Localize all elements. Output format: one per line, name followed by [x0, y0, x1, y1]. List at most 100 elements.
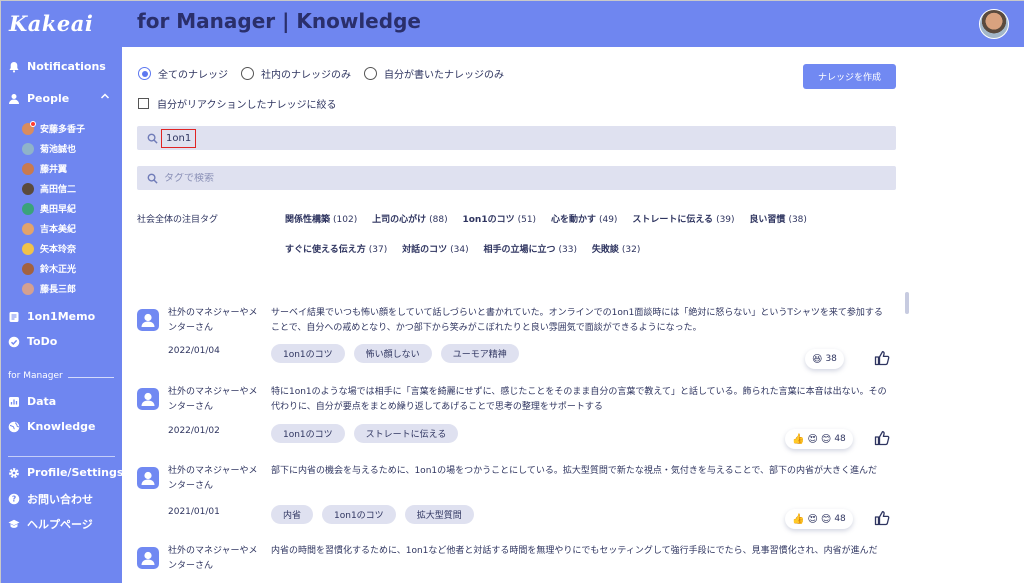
tag-chip[interactable]: 怖い顔しない: [353, 344, 432, 363]
tag-search[interactable]: [137, 166, 896, 190]
card-date: 2022/01/02: [168, 426, 220, 436]
tag-link[interactable]: すぐに使える伝え方: [285, 245, 366, 255]
people-list-item[interactable]: 菊池誠也: [22, 142, 76, 155]
chart-icon: [8, 396, 20, 408]
people-list-item[interactable]: 吉本美紀: [22, 222, 76, 235]
card-body: サーベイ結果でいつも怖い顔をしていて話しづらいと書かれていた。オンラインでの1o…: [271, 308, 883, 333]
reaction-summary[interactable]: 😆 38: [805, 349, 844, 369]
avatar: [137, 388, 159, 410]
card-body: 部下に内省の機会を与えるために、1on1の場をつかうことにしている。拡大型質問で…: [271, 466, 877, 476]
tag-chip[interactable]: ストレートに伝える: [353, 424, 459, 443]
card-tags: 1on1のコツ ストレートに伝える: [271, 424, 467, 443]
avatar: [22, 162, 34, 175]
sidebar-item-help[interactable]: ヘルプページ: [8, 516, 93, 532]
tag-count: (102): [333, 215, 358, 225]
people-list-item[interactable]: 鈴木正光: [22, 262, 76, 275]
sidebar-item-label: People: [27, 92, 70, 105]
card-body: 特に1on1のような場では相手に「言葉を綺麗にせずに、感じたことをそのまま自分の…: [271, 387, 887, 412]
reaction-emoji: 😍: [807, 433, 818, 445]
tag-chip[interactable]: ユーモア精神: [440, 344, 519, 363]
thumbs-up-icon[interactable]: [874, 510, 890, 526]
tag-link[interactable]: 関係性構築: [285, 215, 330, 225]
person-name: 矢本玲奈: [40, 245, 77, 255]
avatar: [137, 309, 159, 331]
radio-label: 社内のナレッジのみ: [261, 70, 351, 81]
sidebar-item-todo[interactable]: ToDo: [8, 335, 57, 348]
search-query-highlight[interactable]: 1on1: [161, 128, 197, 148]
card-author: 社外のマネジャーやメンターさん: [168, 546, 258, 571]
sidebar-item-profile[interactable]: Profile/Settings: [8, 466, 123, 479]
card-date: 2021/01/01: [168, 507, 220, 517]
person-name: 藤長三郎: [40, 285, 77, 295]
thumbs-up-icon[interactable]: [874, 350, 890, 366]
tag-link[interactable]: 1on1のコツ: [462, 215, 514, 225]
scrollbar-thumb[interactable]: [905, 292, 909, 314]
sidebar-item-people[interactable]: People: [8, 92, 69, 105]
tag-count: (34): [450, 245, 469, 255]
chevron-up-icon[interactable]: [100, 91, 110, 101]
radio-all[interactable]: [138, 67, 151, 80]
tag-link[interactable]: 上司の心がけ: [372, 215, 426, 225]
people-list-item[interactable]: 安藤多香子: [22, 120, 85, 135]
gear-icon: [8, 467, 20, 479]
user-avatar[interactable]: [979, 9, 1009, 39]
radio-label: 自分が書いたナレッジのみ: [384, 70, 504, 81]
tag-chip[interactable]: 内省: [271, 505, 314, 524]
people-list-item[interactable]: 奥田早紀: [22, 202, 76, 215]
reaction-summary[interactable]: 👍 😍 😊 48: [785, 429, 853, 449]
avatar: [22, 262, 34, 275]
page-title: for Manager | Knowledge: [137, 9, 421, 33]
people-list-item[interactable]: 藤長三郎: [22, 282, 76, 295]
search-icon: [147, 173, 158, 184]
card-tags: 1on1のコツ 怖い顔しない ユーモア精神: [271, 344, 528, 363]
avatar: [22, 282, 34, 295]
search-icon: [147, 133, 158, 144]
sidebar-item-label: お問い合わせ: [27, 493, 93, 506]
sidebar-item-notifications[interactable]: Notifications: [8, 60, 106, 73]
tag-link[interactable]: 失敗談: [592, 245, 619, 255]
globe-icon: [8, 421, 20, 433]
tag-count: (33): [558, 245, 577, 255]
sidebar-item-contact[interactable]: ? お問い合わせ: [8, 491, 93, 507]
people-list-item[interactable]: 藤井翼: [22, 162, 67, 175]
reaction-emoji: 👍: [792, 513, 805, 525]
reaction-summary[interactable]: 👍 😍 😊 48: [785, 509, 853, 529]
sidebar-item-1on1memo[interactable]: 1on1Memo: [8, 310, 95, 323]
avatar: [22, 142, 34, 155]
thumbs-up-icon[interactable]: [874, 430, 890, 446]
reacted-filter[interactable]: 自分がリアクションしたナレッジに絞る: [138, 96, 337, 111]
reacted-checkbox[interactable]: [138, 98, 149, 109]
svg-text:?: ?: [12, 495, 16, 504]
sidebar-item-label: Notifications: [27, 60, 106, 73]
person-name: 藤井翼: [40, 165, 68, 175]
reaction-emoji: 😍: [807, 513, 818, 525]
reaction-emoji: 😊: [820, 433, 832, 445]
tag-chip[interactable]: 1on1のコツ: [271, 424, 345, 443]
tag-chip[interactable]: 1on1のコツ: [271, 344, 345, 363]
reaction-emoji: 😆: [812, 353, 823, 365]
app-window: Kakeai Notifications People 安藤多香子 菊池誠也 藤…: [0, 0, 1024, 583]
tag-link[interactable]: 対話のコツ: [402, 245, 447, 255]
divider: [68, 377, 114, 378]
sidebar-item-knowledge[interactable]: Knowledge: [8, 420, 96, 433]
tag-link[interactable]: 心を動かす: [551, 215, 596, 225]
tag-chip[interactable]: 1on1のコツ: [322, 505, 396, 524]
radio-internal[interactable]: [241, 67, 254, 80]
tag-chip[interactable]: 拡大型質問: [404, 505, 474, 524]
tag-link[interactable]: ストレートに伝える: [632, 215, 713, 225]
main-content: 全てのナレッジ 社内のナレッジのみ 自分が書いたナレッジのみ ナレッジを作成 自…: [122, 47, 1024, 583]
people-list-item[interactable]: 高田信二: [22, 182, 76, 195]
tag-link[interactable]: 相手の立場に立つ: [483, 245, 555, 255]
reaction-count: 38: [825, 354, 837, 364]
tag-link[interactable]: 良い習慣: [749, 215, 785, 225]
sidebar-item-data[interactable]: Data: [8, 395, 56, 408]
keyword-search[interactable]: 1on1: [137, 126, 896, 150]
create-knowledge-button[interactable]: ナレッジを作成: [803, 64, 896, 89]
person-name: 鈴木正光: [40, 265, 77, 275]
avatar: [22, 242, 34, 255]
tag-search-input[interactable]: [164, 172, 289, 184]
people-list-item[interactable]: 矢本玲奈: [22, 242, 76, 255]
tag-count: (51): [517, 215, 537, 225]
reaction-emoji: 👍: [792, 433, 805, 445]
radio-mine[interactable]: [364, 67, 377, 80]
